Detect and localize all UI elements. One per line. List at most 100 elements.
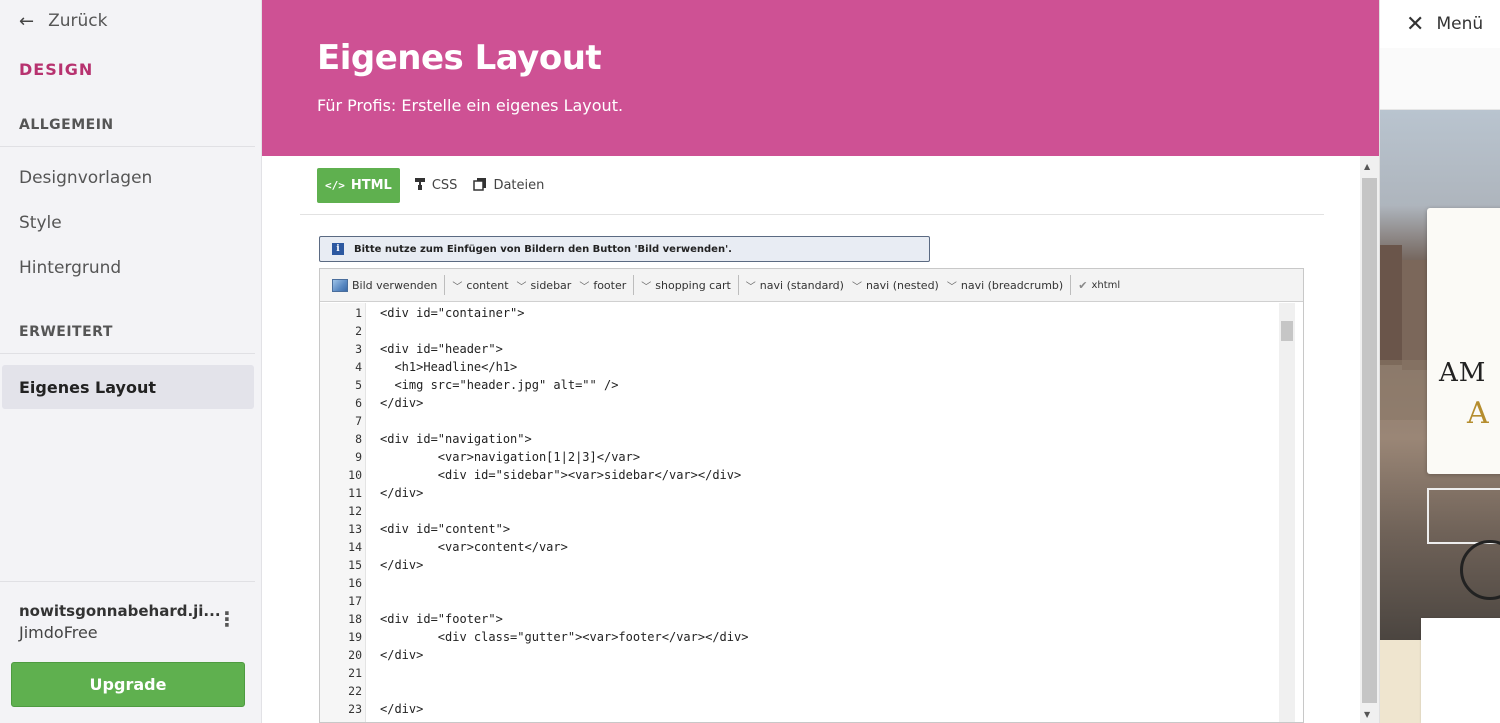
code-text: <var>content</var> xyxy=(380,540,568,554)
insert-footer-button[interactable]: ﹀ footer xyxy=(575,274,630,296)
line-number: 4 xyxy=(355,360,362,374)
sidebar: ← Zurück DESIGN ALLGEMEIN Designvorlagen… xyxy=(0,0,262,723)
line-number: 17 xyxy=(348,594,362,608)
chevron-down-icon: ﹀ xyxy=(851,281,862,293)
code-text: </div> xyxy=(380,702,424,716)
line-number: 10 xyxy=(348,468,362,482)
code-icon: </> xyxy=(325,179,345,192)
chevron-down-icon: ﹀ xyxy=(745,281,756,293)
code-text: </div> xyxy=(380,648,424,662)
back-label: Zurück xyxy=(48,11,108,31)
chevron-down-icon: ﹀ xyxy=(452,281,463,293)
more-options-icon[interactable]: ⋮ xyxy=(217,606,237,632)
line-number: 9 xyxy=(355,450,362,464)
sidebar-item-hintergrund[interactable]: Hintergrund xyxy=(0,247,262,289)
toolbar-separator xyxy=(633,275,635,295)
line-number: 19 xyxy=(348,630,362,644)
code-line: 2 xyxy=(320,322,748,340)
sidebar-item-label: Style xyxy=(19,213,62,233)
insert-shopping-cart-button[interactable]: ﹀ shopping cart xyxy=(637,274,735,296)
menu-toggle[interactable]: ✕ Menü xyxy=(1380,0,1500,48)
code-line: 18 <div id="footer"> xyxy=(320,610,748,628)
sidebar-item-eigenes-layout[interactable]: Eigenes Layout xyxy=(2,365,254,409)
insert-footer-label: footer xyxy=(593,278,627,292)
code-text: </div> xyxy=(380,486,424,500)
group-advanced-title: ERWEITERT xyxy=(19,324,113,340)
group-general-title: ALLGEMEIN xyxy=(19,117,114,133)
code-line: 15 </div> xyxy=(320,556,748,574)
code-lines: 1 <div id="container"> 2 3 <div id="header">… xyxy=(320,304,748,718)
chevron-down-icon: ﹀ xyxy=(579,281,590,293)
insert-image-label: Bild verwenden xyxy=(352,278,438,292)
code-line: 12 xyxy=(320,502,748,520)
code-line: 20 </div> xyxy=(320,646,748,664)
line-number: 12 xyxy=(348,504,362,518)
code-line: 8 <div id="navigation"> xyxy=(320,430,748,448)
line-number: 11 xyxy=(348,486,362,500)
tab-html[interactable]: </> HTML xyxy=(317,168,400,203)
chevron-down-icon: ﹀ xyxy=(641,281,652,293)
preview-title-card: AM A xyxy=(1427,208,1500,474)
panel-scrollbar[interactable]: ▲ ▼ xyxy=(1360,156,1379,723)
tab-css[interactable]: CSS xyxy=(412,168,460,203)
code-line: 11 </div> xyxy=(320,484,748,502)
panel-scrollbar-thumb[interactable] xyxy=(1362,178,1377,703)
scroll-up-icon[interactable]: ▲ xyxy=(1364,162,1370,171)
plan-label: JimdoFree xyxy=(19,623,98,642)
line-number: 16 xyxy=(348,576,362,590)
code-area[interactable]: 1 <div id="container"> 2 3 <div id="header">… xyxy=(320,303,1303,722)
line-number: 13 xyxy=(348,522,362,536)
line-number: 6 xyxy=(355,396,362,410)
code-line: 6 </div> xyxy=(320,394,748,412)
back-button[interactable]: ← Zurück xyxy=(19,10,107,32)
code-text: <h1>Headline</h1> xyxy=(380,360,518,374)
sidebar-item-designvorlagen[interactable]: Designvorlagen xyxy=(0,157,262,199)
menu-label: Menü xyxy=(1436,14,1484,34)
page-subtitle: Für Profis: Erstelle ein eigenes Layout. xyxy=(317,96,624,115)
validate-xhtml-label: xhtml xyxy=(1091,279,1121,291)
code-line: 23 </div> xyxy=(320,700,748,718)
scroll-down-icon[interactable]: ▼ xyxy=(1364,710,1370,719)
image-icon xyxy=(332,278,348,292)
tab-dateien[interactable]: Dateien xyxy=(471,168,546,203)
code-text: <var>navigation[1|2|3]</var> xyxy=(380,450,641,464)
line-number: 15 xyxy=(348,558,362,572)
code-line: 17 xyxy=(320,592,748,610)
line-number: 22 xyxy=(348,684,362,698)
line-number: 14 xyxy=(348,540,362,554)
sidebar-item-label: Eigenes Layout xyxy=(19,377,157,397)
line-number: 7 xyxy=(355,414,362,428)
upgrade-button[interactable]: Upgrade xyxy=(11,662,245,707)
insert-navi-nested-button[interactable]: ﹀ navi (nested) xyxy=(848,274,943,296)
code-editor: Bild verwenden ﹀ content ﹀ sidebar ﹀ foo… xyxy=(319,268,1304,723)
validate-xhtml-button[interactable]: ✔ xhtml xyxy=(1074,274,1124,296)
line-number: 20 xyxy=(348,648,362,662)
sidebar-item-label: Hintergrund xyxy=(19,258,122,278)
line-number: 2 xyxy=(355,324,362,338)
insert-image-button[interactable]: Bild verwenden xyxy=(328,274,441,296)
paint-roller-icon xyxy=(414,177,426,195)
sidebar-item-style[interactable]: Style xyxy=(0,202,262,244)
toolbar-separator xyxy=(444,275,446,295)
toolbar-separator xyxy=(737,275,739,295)
insert-sidebar-button[interactable]: ﹀ sidebar xyxy=(513,274,576,296)
insert-content-button[interactable]: ﹀ content xyxy=(448,274,512,296)
insert-navi-nested-label: navi (nested) xyxy=(865,278,939,292)
insert-navi-standard-button[interactable]: ﹀ navi (standard) xyxy=(742,274,848,296)
editor-scrollbar[interactable] xyxy=(1279,303,1295,722)
code-text: <div id="navigation"> xyxy=(380,432,532,446)
insert-navi-standard-label: navi (standard) xyxy=(759,278,844,292)
code-line: 5 <img src="header.jpg" alt="" /> xyxy=(320,376,748,394)
line-number: 1 xyxy=(355,306,362,320)
editor-scrollbar-thumb[interactable] xyxy=(1281,321,1293,341)
page-title: Eigenes Layout xyxy=(317,38,602,78)
insert-navi-breadcrumb-button[interactable]: ﹀ navi (breadcrumb) xyxy=(943,274,1067,296)
code-text: <div id="container"> xyxy=(380,306,525,320)
insert-sidebar-label: sidebar xyxy=(530,278,572,292)
code-line: 1 <div id="container"> xyxy=(320,304,748,322)
